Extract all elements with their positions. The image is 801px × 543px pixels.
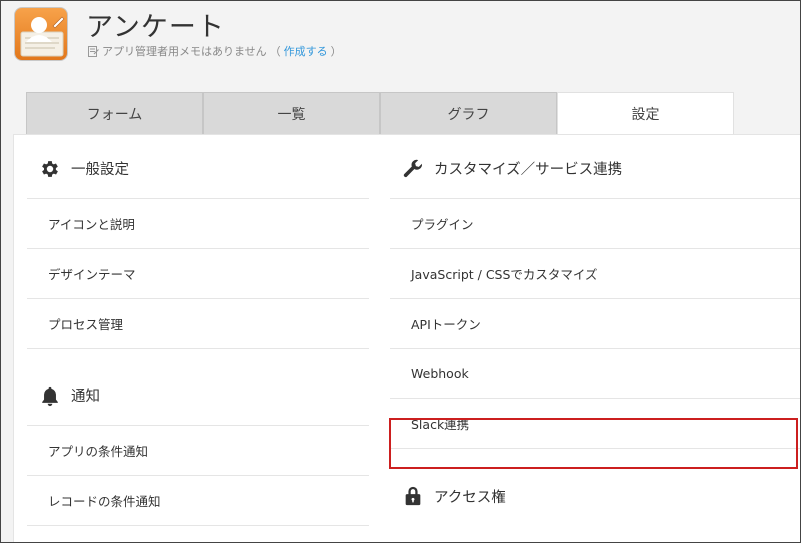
memo-text: アプリ管理者用メモはありません: [102, 45, 267, 58]
app-title: アンケート: [86, 12, 225, 43]
app-memo: アプリ管理者用メモはありません （作成する）: [88, 43, 342, 59]
setting-design-theme[interactable]: デザインテーマ: [27, 249, 369, 299]
lock-icon: [402, 485, 424, 507]
tab-form[interactable]: フォーム: [26, 92, 203, 134]
setting-app-condition-notify[interactable]: アプリの条件通知: [27, 426, 369, 476]
section-general-title: 一般設定: [71, 162, 129, 178]
settings-right-column: カスタマイズ／サービス連携 プラグイン JavaScript / CSSでカスタ…: [390, 157, 800, 526]
memo-paren-open: （: [269, 45, 281, 58]
setting-icon-description[interactable]: アイコンと説明: [27, 199, 369, 249]
setting-webhook[interactable]: Webhook: [390, 349, 800, 399]
setting-record-condition-notify[interactable]: レコードの条件通知: [27, 476, 369, 526]
setting-slack-integration[interactable]: Slack連携: [390, 399, 800, 449]
section-general-heading: 一般設定: [27, 139, 369, 199]
tab-settings[interactable]: 設定: [557, 92, 734, 135]
section-notify-heading: 通知: [27, 349, 369, 426]
section-customize-heading: カスタマイズ／サービス連携: [390, 139, 800, 199]
section-access-heading: アクセス権: [390, 449, 800, 526]
app-survey-icon: [14, 7, 68, 61]
memo-paren-close: ）: [330, 45, 342, 58]
settings-left-column: 一般設定 アイコンと説明 デザインテーマ プロセス管理 通知 アプリの条件通知 …: [27, 157, 369, 526]
section-access-title: アクセス権: [434, 489, 506, 506]
section-customize-title: カスタマイズ／サービス連携: [434, 162, 623, 178]
tab-bar: フォーム 一覧 グラフ 設定: [26, 92, 734, 135]
settings-panel: 一般設定 アイコンと説明 デザインテーマ プロセス管理 通知 アプリの条件通知 …: [13, 134, 800, 542]
bell-icon: [39, 385, 61, 407]
tab-graph[interactable]: グラフ: [380, 92, 557, 134]
setting-api-token[interactable]: APIトークン: [390, 299, 800, 349]
wrench-icon: [402, 158, 424, 180]
memo-edit-icon: [88, 45, 99, 57]
section-notify-title: 通知: [71, 389, 100, 405]
setting-process-management[interactable]: プロセス管理: [27, 299, 369, 349]
setting-js-css-customize[interactable]: JavaScript / CSSでカスタマイズ: [390, 249, 800, 299]
memo-create-link[interactable]: 作成する: [284, 43, 328, 59]
window-frame: アンケート アプリ管理者用メモはありません （作成する） フォーム 一覧 グラフ…: [0, 0, 801, 543]
tab-list[interactable]: 一覧: [203, 92, 380, 134]
gear-icon: [39, 158, 61, 180]
setting-plugin[interactable]: プラグイン: [390, 199, 800, 249]
